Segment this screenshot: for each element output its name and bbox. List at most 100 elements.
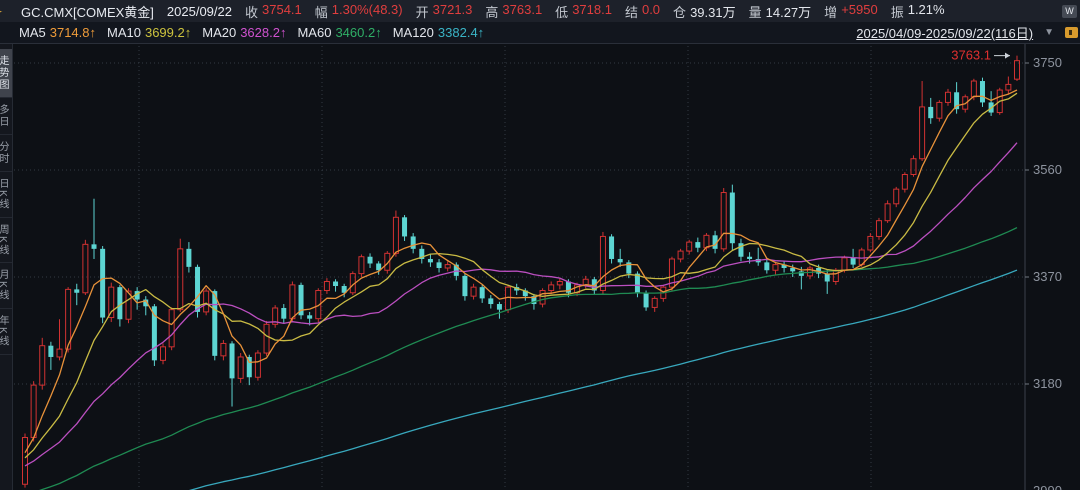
sidebar-item[interactable]: 分时 — [0, 135, 13, 172]
star-icon[interactable]: ✦ — [0, 4, 8, 19]
candle — [100, 246, 105, 323]
candle — [92, 199, 97, 259]
ma-line-ma120 — [25, 270, 1017, 490]
candle — [669, 257, 674, 291]
quote-bar: ✦ GC.CMX[COMEX黄金] 2025/09/22 收3754.1幅1.3… — [0, 0, 1080, 22]
field-value: 3754.1 — [262, 2, 302, 21]
candle — [161, 343, 166, 364]
field-label: 收 — [245, 2, 258, 21]
candle — [273, 305, 278, 328]
candle — [411, 233, 416, 253]
sidebar-item[interactable]: 走势图 — [0, 49, 13, 98]
field-label: 量 — [749, 2, 762, 21]
candle — [868, 233, 873, 252]
gold-badge-icon[interactable] — [1065, 27, 1078, 38]
ma-legend-item: MA5 3714.8↑ — [19, 25, 96, 40]
field-label: 高 — [485, 2, 498, 21]
field-value: 3721.3 — [433, 2, 473, 21]
candle — [721, 188, 726, 252]
sidebar-item[interactable]: 日K线 — [0, 172, 13, 218]
field-value: 3718.1 — [572, 2, 612, 21]
arrow-right-icon — [1005, 53, 1010, 59]
chart-type-sidebar: 走势图多日分时日K线周K线月K线年K线 — [0, 44, 13, 490]
field-value: 39.31万 — [690, 2, 736, 21]
candle — [989, 91, 994, 116]
candle — [756, 248, 761, 266]
candle — [462, 274, 467, 301]
candle — [557, 278, 562, 289]
ma-line-ma60 — [25, 228, 1017, 490]
candle — [540, 288, 545, 307]
field-value: 14.27万 — [766, 2, 812, 21]
ma-legend-item: MA203628.2↑ — [202, 25, 286, 40]
field-label: 开 — [416, 2, 429, 21]
sidebar-item-label: 分时 — [0, 135, 10, 171]
candle — [186, 242, 191, 272]
crosshair-icon[interactable]: + — [0, 25, 8, 40]
ma-legend-item: MA1203382.4↑ — [393, 25, 484, 40]
candle — [281, 304, 286, 323]
candle — [221, 340, 226, 360]
sidebar-item[interactable]: 年K线 — [0, 309, 13, 355]
candle — [609, 234, 614, 263]
candle — [169, 307, 174, 350]
ma-line-ma20 — [25, 143, 1017, 466]
candle — [894, 187, 899, 207]
candle — [437, 259, 442, 273]
sidebar-item[interactable]: 多日 — [0, 98, 13, 135]
candle — [428, 254, 433, 266]
ma-label: MA5 — [19, 25, 46, 40]
candle — [178, 239, 183, 312]
candle — [738, 239, 743, 262]
ma-value: 3628.2↑ — [240, 25, 286, 40]
candle — [652, 296, 657, 312]
quote-field: 量14.27万 — [749, 2, 812, 21]
candle — [74, 284, 79, 305]
date-range-selector[interactable]: 2025/04/09-2025/09/22(116日) — [856, 23, 1033, 42]
sidebar-item-label: 周K线 — [0, 218, 10, 263]
quote-field: 结0.0 — [625, 2, 660, 21]
ma-legend-item: MA103699.2↑ — [107, 25, 191, 40]
candle — [549, 282, 554, 294]
candle — [730, 185, 735, 250]
candle — [825, 269, 830, 294]
field-label: 增 — [824, 2, 837, 21]
sidebar-item-label: 月K线 — [0, 263, 10, 308]
candle — [480, 285, 485, 303]
quote-field: 仓39.31万 — [673, 2, 736, 21]
y-axis-label: 3180 — [1033, 376, 1062, 391]
field-value: +5950 — [841, 2, 878, 21]
field-value: 1.21% — [908, 2, 945, 21]
candlestick-chart[interactable]: 375035603370318029903763.1 — [0, 0, 1080, 490]
ma-value: 3460.2↑ — [335, 25, 381, 40]
candle — [920, 81, 925, 161]
candle — [368, 253, 373, 268]
candle — [109, 283, 114, 322]
candle — [902, 172, 907, 192]
ma-label: MA120 — [393, 25, 434, 40]
candle — [928, 98, 933, 124]
sidebar-item[interactable]: 月K线 — [0, 263, 13, 309]
candle — [678, 249, 683, 263]
quote-field: 高3763.1 — [485, 2, 542, 21]
ma-bar: + MA53714.8↑MA103699.2↑MA203628.2↑MA6034… — [0, 22, 1080, 44]
candle — [23, 434, 28, 488]
sidebar-item-label: 年K线 — [0, 309, 10, 354]
candle — [359, 254, 364, 277]
ma-value: 3714.8↑ — [50, 25, 96, 40]
y-axis-label: 3560 — [1033, 162, 1062, 177]
candle — [945, 89, 950, 106]
chevron-down-icon[interactable]: ▼ — [1044, 27, 1054, 38]
y-axis-label: 2990 — [1033, 483, 1062, 490]
candle — [488, 295, 493, 309]
quote-field: 收3754.1 — [245, 2, 302, 21]
quote-field: 振1.21% — [891, 2, 945, 21]
sidebar-item[interactable]: 周K线 — [0, 218, 13, 264]
field-label: 振 — [891, 2, 904, 21]
field-value: 1.30%(48.3) — [332, 2, 403, 21]
candle — [445, 261, 450, 271]
candle — [497, 302, 502, 319]
y-axis: 37503560337031802990 — [1025, 44, 1062, 490]
window-icon[interactable]: W — [1062, 5, 1077, 18]
symbol-name: GC.CMX[COMEX黄金] — [21, 2, 154, 21]
